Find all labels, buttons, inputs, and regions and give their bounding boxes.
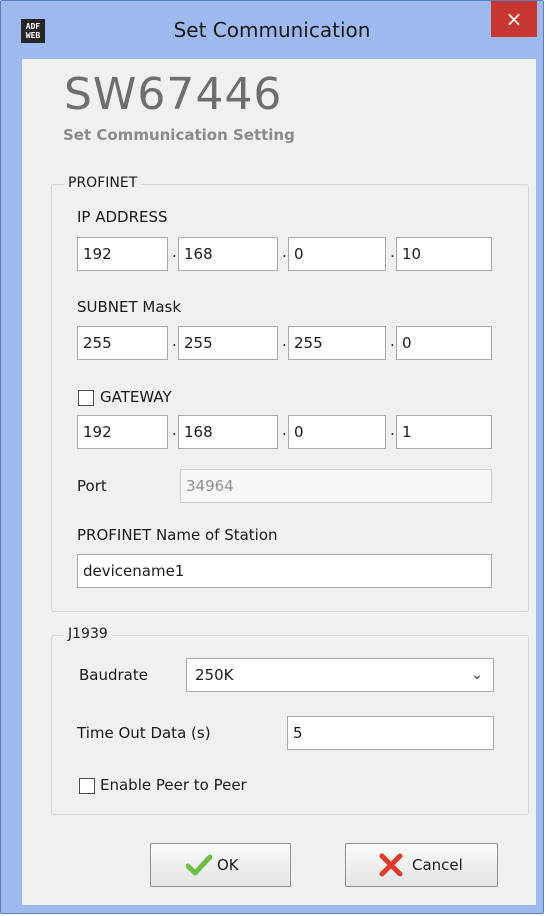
dialog-window: ADF WEB Set Communication × SW67446 Set … [0, 0, 544, 914]
gateway-dot-2: . [282, 421, 287, 439]
j1939-legend: J1939 [64, 626, 112, 642]
checkmark-icon [186, 854, 212, 876]
port-label: Port [77, 477, 107, 495]
gateway-octet-2[interactable]: 168 [178, 415, 278, 449]
baudrate-select[interactable]: 250K ⌄ [186, 658, 494, 692]
ip-dot-1: . [172, 243, 177, 261]
ip-octet-3[interactable]: 0 [288, 237, 386, 271]
gateway-octet-3[interactable]: 0 [288, 415, 386, 449]
timeout-field[interactable]: 5 [287, 716, 494, 750]
ip-octet-1[interactable]: 192 [77, 237, 168, 271]
station-name-field[interactable]: devicename1 [77, 554, 492, 588]
gateway-checkbox[interactable] [78, 390, 94, 406]
baudrate-label: Baudrate [79, 666, 148, 684]
gateway-dot-1: . [172, 421, 177, 439]
gateway-label[interactable]: GATEWAY [100, 388, 172, 406]
port-field: 34964 [180, 469, 492, 503]
subnet-dot-1: . [172, 332, 177, 350]
product-subtitle: Set Communication Setting [63, 126, 295, 144]
ip-dot-3: . [390, 243, 395, 261]
subnet-dot-2: . [282, 332, 287, 350]
timeout-label: Time Out Data (s) [77, 724, 211, 742]
subnet-octet-1[interactable]: 255 [77, 326, 168, 360]
cancel-button[interactable]: Cancel [345, 843, 498, 887]
dialog-body: SW67446 Set Communication Setting PROFIN… [22, 59, 536, 905]
profinet-group: PROFINET IP ADDRESS 192 . 168 . 0 . 10 S… [51, 175, 529, 612]
title-bar[interactable]: ADF WEB Set Communication × [1, 1, 543, 61]
baudrate-value: 250K [195, 666, 234, 684]
peer-to-peer-checkbox[interactable] [79, 778, 95, 794]
subnet-dot-3: . [390, 332, 395, 350]
ok-label: OK [217, 856, 239, 874]
close-button[interactable]: × [491, 1, 537, 37]
red-x-icon [379, 853, 403, 877]
product-title: SW67446 [64, 69, 283, 120]
j1939-group: J1939 Baudrate 250K ⌄ Time Out Data (s) … [51, 626, 529, 815]
station-name-label: PROFINET Name of Station [77, 526, 278, 544]
peer-to-peer-label[interactable]: Enable Peer to Peer [100, 776, 247, 794]
ip-octet-4[interactable]: 10 [396, 237, 492, 271]
subnet-mask-label: SUBNET Mask [77, 298, 182, 316]
gateway-dot-3: . [390, 421, 395, 439]
gateway-octet-1[interactable]: 192 [77, 415, 168, 449]
ip-address-label: IP ADDRESS [77, 208, 168, 226]
ip-octet-2[interactable]: 168 [178, 237, 278, 271]
ok-button[interactable]: OK [150, 843, 291, 887]
subnet-octet-4[interactable]: 0 [396, 326, 492, 360]
chevron-down-icon[interactable]: ⌄ [471, 659, 483, 691]
window-title: Set Communication [173, 18, 371, 42]
ip-dot-2: . [282, 243, 287, 261]
subnet-octet-3[interactable]: 255 [288, 326, 386, 360]
cancel-label: Cancel [412, 856, 463, 874]
gateway-octet-4[interactable]: 1 [396, 415, 492, 449]
subnet-octet-2[interactable]: 255 [178, 326, 278, 360]
profinet-legend: PROFINET [64, 175, 142, 191]
